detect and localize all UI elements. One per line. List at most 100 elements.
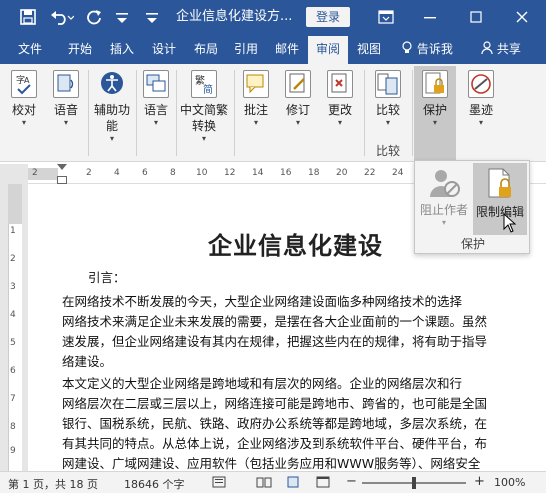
block-authors-button[interactable]: 阻止作者 ▾ <box>417 163 471 235</box>
group-separator <box>176 70 177 156</box>
block-authors-icon <box>417 167 471 202</box>
title-bar: 企业信息化建设方... 登录 <box>0 0 546 34</box>
vruler-number: 7 <box>10 394 16 404</box>
ink-icon <box>468 70 494 98</box>
chevron-down-icon: ▾ <box>432 118 437 127</box>
tell-me-search[interactable]: 告诉我 <box>396 34 458 64</box>
hanging-indent-marker[interactable] <box>57 176 67 184</box>
ribbon-review: 字A 校对 ▾ 语音 ▾ 辅助功 能 ▾ 语言 ▾ 繁简 中文简繁 转换 ▾ 批… <box>0 64 546 162</box>
share-button[interactable]: 共享 <box>476 34 526 64</box>
tab-mailings[interactable]: 邮件 <box>268 34 306 64</box>
accessibility-label-line2: 能 <box>105 119 118 133</box>
conversion-icon: 繁简 <box>191 70 217 98</box>
ruler-number: 2 <box>32 168 38 178</box>
ruler-number: 8 <box>170 168 176 178</box>
doc-paragraph-line: 网建设、广域网建设、应用软件（包括业务应用和WWW服务等）、网络安全 <box>62 456 481 471</box>
ruler-number: 10 <box>196 168 208 178</box>
indent-marker[interactable] <box>57 164 67 170</box>
read-mode-icon[interactable] <box>256 476 272 491</box>
group-separator <box>136 70 137 156</box>
speech-label: 语音 <box>53 103 78 117</box>
print-layout-icon[interactable] <box>286 476 300 491</box>
group-separator <box>234 70 235 156</box>
chevron-down-icon: ▾ <box>153 118 158 127</box>
doc-paragraph-line: 速发展，但企业网络建设有其内在规律，把握这些内在的规律，将有助于指导 <box>62 334 488 349</box>
speech-icon <box>53 70 79 98</box>
tab-insert[interactable]: 插入 <box>104 34 140 64</box>
ruler-number: 14 <box>252 168 264 178</box>
document-heading: 企业信息化建设 <box>208 232 383 260</box>
comment-icon <box>243 70 269 98</box>
doc-paragraph-line: 银行、国税系统，民航、铁路、政府办公系统等都是跨地域，多层次系统，在 <box>62 416 488 431</box>
tab-home[interactable]: 开始 <box>60 34 100 64</box>
zoom-slider[interactable] <box>362 477 466 489</box>
language-label: 语言 <box>143 103 168 117</box>
vertical-ruler-margin <box>8 184 22 224</box>
doc-paragraph-line: 引言： <box>88 270 126 285</box>
tab-view[interactable]: 视图 <box>350 34 388 64</box>
vertical-ruler[interactable]: 1 2 3 4 5 6 7 8 9 <box>0 184 28 471</box>
tab-references[interactable]: 引用 <box>228 34 264 64</box>
save-icon[interactable] <box>16 6 40 28</box>
zoom-level[interactable]: 100% <box>494 476 525 489</box>
web-layout-icon[interactable] <box>316 476 330 491</box>
tracking-button[interactable]: 修订 ▾ <box>280 68 316 128</box>
zoom-out-button[interactable]: − <box>346 474 357 489</box>
doc-paragraph-line: 本文定义的大型企业网络是跨地域和有层次的网络。企业的网络层次和行 <box>62 376 463 391</box>
tell-me-label: 告诉我 <box>416 42 453 56</box>
comments-button[interactable]: 批注 ▾ <box>238 68 274 128</box>
ribbon-display-icon[interactable] <box>366 0 406 34</box>
proofing-icon: 字A <box>11 70 37 98</box>
compare-button[interactable]: 比较 ▾ <box>370 68 406 128</box>
undo-icon[interactable] <box>48 6 76 28</box>
changes-button[interactable]: 更改 ▾ <box>322 68 358 128</box>
group-separator <box>88 70 89 156</box>
protect-lock-icon <box>422 70 448 98</box>
customize-quick-access-icon-2[interactable] <box>142 6 162 28</box>
chevron-down-icon: ▾ <box>109 134 114 143</box>
tab-design[interactable]: 设计 <box>144 34 184 64</box>
conversion-label-line2: 转换 <box>191 119 216 133</box>
restrict-editing-button[interactable]: 限制编辑 <box>473 163 527 235</box>
svg-text:简: 简 <box>203 83 213 96</box>
compare-group-label: 比较 <box>376 144 401 158</box>
protect-group-label: 保护 <box>460 237 485 251</box>
proofing-button[interactable]: 字A 校对 ▾ <box>6 68 42 128</box>
accessibility-button[interactable]: 辅助功 能 ▾ <box>92 68 132 144</box>
ruler-number: 16 <box>280 168 292 178</box>
chevron-down-icon: ▾ <box>63 118 68 127</box>
zoom-slider-thumb[interactable] <box>412 477 416 489</box>
ink-button[interactable]: 墨迹 ▾ <box>462 68 500 128</box>
speech-button[interactable]: 语音 ▾ <box>48 68 84 128</box>
chevron-down-icon: ▾ <box>253 118 258 127</box>
protect-label: 保护 <box>422 103 447 117</box>
protect-button[interactable]: 保护 ▾ <box>414 66 456 160</box>
document-title: 企业信息化建设方... <box>176 9 293 24</box>
tab-file[interactable]: 文件 <box>8 34 52 64</box>
login-button[interactable]: 登录 <box>306 7 350 27</box>
tab-review[interactable]: 审阅 <box>308 36 348 64</box>
maximize-icon[interactable] <box>456 0 496 34</box>
restrict-editing-label: 限制编辑 <box>475 205 524 219</box>
chevron-down-icon: ▾ <box>478 118 483 127</box>
ruler-number: 12 <box>224 168 236 178</box>
word-count[interactable]: 18646 个字 <box>124 476 185 492</box>
redo-icon[interactable] <box>84 6 104 28</box>
chinese-conversion-button[interactable]: 繁简 中文简繁 转换 ▾ <box>178 68 230 144</box>
group-separator <box>364 70 365 156</box>
layout-icon[interactable] <box>212 476 226 491</box>
customize-quick-access-icon[interactable] <box>112 6 132 28</box>
close-icon[interactable] <box>502 0 542 34</box>
vruler-number: 8 <box>10 422 16 432</box>
tab-layout[interactable]: 布局 <box>186 34 226 64</box>
accessibility-label-line1: 辅助功 <box>93 103 130 117</box>
share-label: 共享 <box>496 42 521 56</box>
minimize-icon[interactable] <box>410 0 450 34</box>
zoom-in-button[interactable]: + <box>474 474 485 489</box>
language-icon <box>143 70 169 98</box>
vruler-number: 1 <box>10 226 16 236</box>
page-count[interactable]: 第 1 页，共 18 页 <box>8 476 98 492</box>
block-authors-label: 阻止作者 <box>419 203 468 217</box>
protect-dropdown: 阻止作者 ▾ 限制编辑 保护 <box>414 160 530 254</box>
language-button[interactable]: 语言 ▾ <box>138 68 174 128</box>
